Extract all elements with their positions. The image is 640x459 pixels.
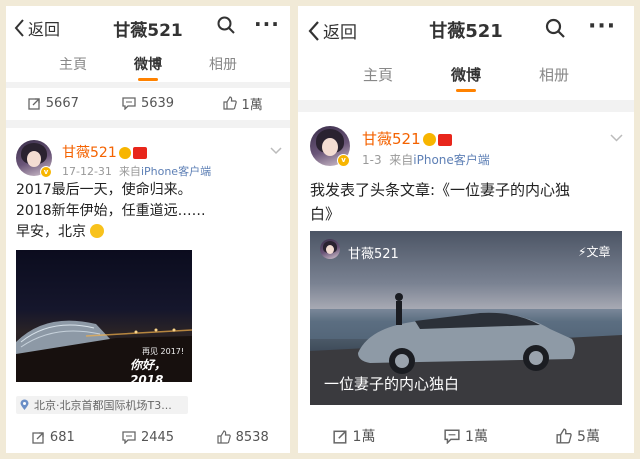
repost-icon (32, 431, 44, 444)
profile-tabs: 主頁 微博 相册 (6, 54, 290, 74)
more-icon[interactable]: ··· (254, 12, 280, 36)
comment-count: 5639 (140, 95, 175, 111)
post-source[interactable]: iPhone客户端 (141, 165, 211, 178)
chevron-down-icon[interactable] (270, 147, 282, 155)
like-count: 8538 (235, 429, 269, 445)
red-envelope-icon (437, 133, 452, 146)
search-icon[interactable] (545, 18, 565, 38)
repost-count: 681 (49, 429, 75, 445)
comment-icon (444, 428, 460, 444)
red-envelope-icon (132, 147, 147, 159)
left-phone-screen: 返回 甘薇521 ··· 主頁 微博 相册 5667 5639 1萬 v 甘薇5… (6, 6, 290, 453)
like-count: 5萬 (577, 429, 600, 445)
top-bar: 返回 甘薇521 ··· (298, 6, 634, 46)
page-title: 甘薇521 (113, 21, 183, 41)
repost-button[interactable]: 1萬 (298, 426, 410, 446)
repost-button[interactable]: 681 (6, 428, 101, 446)
smile-emoji-icon (90, 224, 105, 238)
article-title: 一位妻子的内心独白 (324, 375, 460, 393)
post-meta: 1-3 来自iPhone客户端 (362, 153, 490, 167)
comment-button[interactable]: 1萬 (410, 426, 522, 446)
thumbs-up-icon (222, 96, 237, 110)
image-caption: 你好，2018 (130, 358, 167, 382)
post-source[interactable]: iPhone客户端 (413, 153, 490, 167)
chevron-down-icon[interactable] (610, 134, 623, 142)
more-icon[interactable]: ··· (588, 14, 616, 39)
top-bar: 返回 甘薇521 ··· (6, 6, 290, 46)
post-text: 我发表了头条文章:《一位妻子的内心独 白》 (310, 181, 571, 223)
comment-icon (122, 430, 136, 444)
verified-badge-icon: v (337, 154, 350, 167)
search-icon[interactable] (217, 16, 235, 34)
right-phone-screen: 返回 甘薇521 ··· 主頁 微博 相册 v 甘薇521 1-3 来自iPho… (298, 6, 634, 453)
tab-weibo[interactable]: 微博 (111, 54, 186, 74)
thumbs-up-icon (556, 428, 572, 444)
divider (6, 120, 290, 128)
repost-count: 5667 (45, 95, 79, 111)
tab-album[interactable]: 相册 (510, 64, 598, 85)
repost-icon (28, 97, 40, 110)
thumbs-up-icon (217, 430, 231, 444)
comment-button[interactable]: 5639 (101, 92, 196, 114)
repost-icon (332, 430, 346, 444)
tab-home[interactable]: 主頁 (334, 64, 422, 85)
prev-post-actions: 5667 5639 1萬 (6, 92, 290, 114)
verified-badge-icon: v (40, 166, 52, 178)
post-actions: 1萬 1萬 5萬 (298, 426, 634, 446)
location-text: 北京·北京首都国际机场T3... (34, 399, 172, 412)
repost-button[interactable]: 5667 (6, 92, 101, 114)
post-meta: 17-12-31 来自iPhone客户端 (62, 165, 212, 178)
like-button[interactable]: 5萬 (522, 426, 634, 446)
tab-weibo[interactable]: 微博 (422, 64, 510, 85)
repost-count: 1萬 (352, 429, 376, 445)
divider (6, 82, 290, 88)
post-author[interactable]: 甘薇521 (362, 128, 452, 149)
post-image[interactable]: 再见 2017! 你好，2018 (16, 250, 192, 382)
post-text: 2017最后一天，使命归来。 2018新年伊始，任重道远…… 早安，北京 (16, 182, 206, 240)
profile-tabs: 主頁 微博 相册 (298, 64, 634, 85)
like-button[interactable]: 8538 (195, 428, 290, 446)
tab-album[interactable]: 相册 (186, 54, 261, 74)
vip-crown-icon (422, 133, 436, 146)
vip-crown-icon (118, 147, 131, 159)
post-author[interactable]: 甘薇521 (62, 142, 147, 162)
article-card[interactable]: 甘薇521 ⚡文章 一位妻子的内心独白 (310, 231, 622, 405)
like-count: 1萬 (241, 97, 263, 113)
comment-count: 1萬 (465, 429, 488, 445)
location-pin-icon (20, 399, 29, 410)
location-tag[interactable]: 北京·北京首都国际机场T3... (16, 396, 188, 414)
card-author-avatar (320, 239, 340, 259)
article-tag: ⚡文章 (578, 245, 611, 259)
post-actions: 681 2445 8538 (6, 428, 290, 446)
divider (298, 100, 634, 112)
comment-icon (122, 96, 136, 110)
page-title: 甘薇521 (429, 21, 503, 42)
comment-button[interactable]: 2445 (101, 428, 196, 446)
tab-home[interactable]: 主頁 (36, 54, 111, 74)
card-author: 甘薇521 (348, 247, 399, 262)
like-button[interactable]: 1萬 (195, 92, 290, 114)
comment-count: 2445 (140, 429, 175, 445)
